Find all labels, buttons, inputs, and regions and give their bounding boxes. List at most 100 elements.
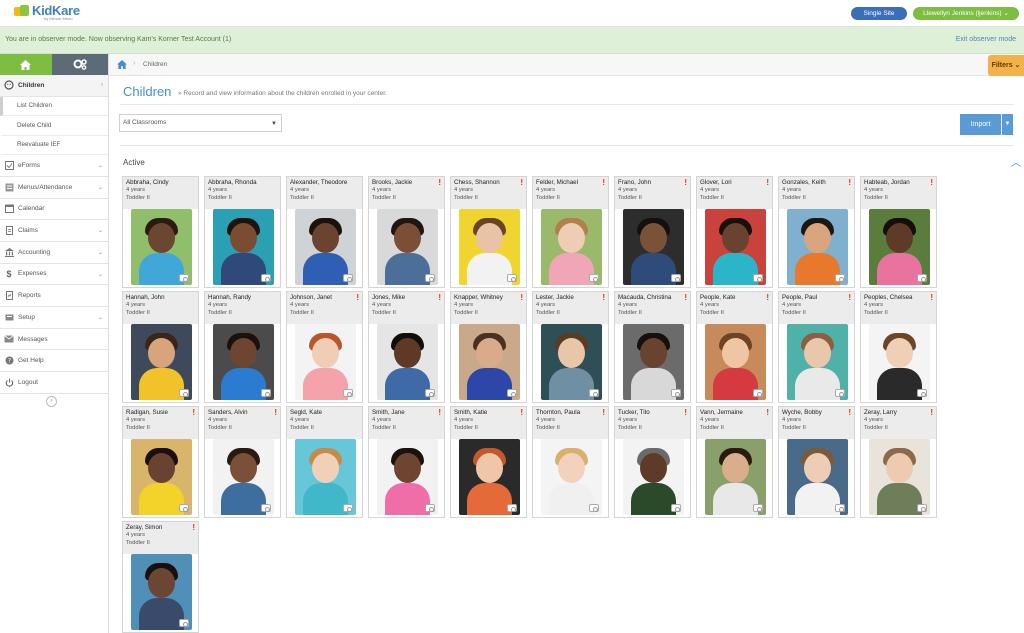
- child-name[interactable]: Felder, Michael: [536, 179, 602, 187]
- child-card[interactable]: Glover, Lori 4 years Toddler II!: [696, 176, 773, 288]
- child-card[interactable]: Habteab, Jordan 4 years Toddler II!: [860, 176, 937, 288]
- child-card[interactable]: Brooks, Jackie 4 years Toddler II!: [368, 176, 445, 288]
- sidebar-item-get-help[interactable]: ? Get Help: [0, 350, 108, 373]
- child-card[interactable]: Lester, Jackie 4 years Toddler II!: [532, 291, 609, 403]
- child-name[interactable]: Wyche, Bobby: [782, 409, 848, 417]
- child-name[interactable]: Smith, Jane: [372, 409, 438, 417]
- sidebar-item-eforms[interactable]: eForms ⌄: [0, 155, 108, 177]
- child-card[interactable]: Peoples, Chelsea 4 years Toddler II!: [860, 291, 937, 403]
- child-card[interactable]: Abbraha, Rhonda 4 years Toddler II: [204, 176, 281, 288]
- child-card[interactable]: Tucker, Tito 4 years Toddler II!: [614, 406, 691, 518]
- child-name[interactable]: Lester, Jackie: [536, 294, 602, 302]
- sidebar-item-reports[interactable]: Reports: [0, 285, 108, 307]
- camera-icon[interactable]: [671, 274, 681, 282]
- sidebar-subitem-list-children[interactable]: List Children: [0, 96, 108, 117]
- child-name[interactable]: Alexander, Theodore: [290, 179, 356, 187]
- camera-icon[interactable]: [753, 274, 763, 282]
- import-button[interactable]: Import: [960, 114, 1001, 135]
- sidebar-item-setup[interactable]: Setup ⌄: [0, 307, 108, 329]
- child-card[interactable]: Johnson, Janet 4 years Toddler II!: [286, 291, 363, 403]
- child-name[interactable]: Zeray, Simon: [126, 524, 192, 532]
- camera-icon[interactable]: [343, 389, 353, 397]
- collapse-section-chevron-up-icon[interactable]: ︿: [1011, 154, 1021, 169]
- sidebar-item-claims[interactable]: Claims ⌄: [0, 220, 108, 242]
- single-site-button[interactable]: Single Site: [851, 7, 907, 20]
- camera-icon[interactable]: [507, 389, 517, 397]
- camera-icon[interactable]: [589, 389, 599, 397]
- camera-icon[interactable]: [343, 504, 353, 512]
- child-card[interactable]: Zeray, Simon 4 years Toddler II!: [122, 521, 199, 633]
- child-card[interactable]: Radigan, Susie 4 years Toddler II!: [122, 406, 199, 518]
- child-name[interactable]: Knapper, Whitney: [454, 294, 520, 302]
- camera-icon[interactable]: [425, 274, 435, 282]
- child-name[interactable]: Sanders, Alvin: [208, 409, 274, 417]
- camera-icon[interactable]: [425, 504, 435, 512]
- camera-icon[interactable]: [917, 389, 927, 397]
- child-card[interactable]: Macauda, Christina 4 years Toddler II!: [614, 291, 691, 403]
- child-name[interactable]: Smith, Katie: [454, 409, 520, 417]
- camera-icon[interactable]: [917, 274, 927, 282]
- child-card[interactable]: Hannah, John 4 years Toddler II: [122, 291, 199, 403]
- exit-observer-link[interactable]: Exit observer mode: [956, 36, 1016, 43]
- sidebar-item-accounting[interactable]: Accounting ⌄: [0, 242, 108, 264]
- child-name[interactable]: Zeray, Larry: [864, 409, 930, 417]
- child-name[interactable]: Thornton, Paula: [536, 409, 602, 417]
- camera-icon[interactable]: [917, 504, 927, 512]
- camera-icon[interactable]: [425, 389, 435, 397]
- camera-icon[interactable]: [261, 389, 271, 397]
- child-card[interactable]: Thornton, Paula 4 years Toddler II!: [532, 406, 609, 518]
- camera-icon[interactable]: [671, 389, 681, 397]
- child-name[interactable]: Tucker, Tito: [618, 409, 684, 417]
- child-name[interactable]: Johnson, Janet: [290, 294, 356, 302]
- camera-icon[interactable]: [753, 504, 763, 512]
- child-card[interactable]: Jones, Mike 4 years Toddler II!: [368, 291, 445, 403]
- child-card[interactable]: People, Paul 4 years Toddler II!: [778, 291, 855, 403]
- camera-icon[interactable]: [753, 389, 763, 397]
- camera-icon[interactable]: [179, 619, 189, 627]
- child-name[interactable]: Macauda, Christina: [618, 294, 684, 302]
- camera-icon[interactable]: [507, 504, 517, 512]
- child-card[interactable]: Felder, Michael 4 years Toddler II!: [532, 176, 609, 288]
- camera-icon[interactable]: [343, 274, 353, 282]
- child-name[interactable]: Abbraha, Rhonda: [208, 179, 274, 187]
- camera-icon[interactable]: [179, 504, 189, 512]
- classroom-select[interactable]: All Classrooms ▼: [119, 114, 282, 132]
- child-name[interactable]: Jones, Mike: [372, 294, 438, 302]
- child-name[interactable]: Glover, Lori: [700, 179, 766, 187]
- child-name[interactable]: Frano, John: [618, 179, 684, 187]
- child-name[interactable]: Brooks, Jackie: [372, 179, 438, 187]
- camera-icon[interactable]: [179, 389, 189, 397]
- child-card[interactable]: Smith, Jane 4 years Toddler II!: [368, 406, 445, 518]
- child-card[interactable]: Segld, Kate 4 years Toddler II: [286, 406, 363, 518]
- breadcrumb-home-icon[interactable]: [117, 60, 127, 71]
- sidebar-item-messages[interactable]: Messages: [0, 329, 108, 351]
- child-name[interactable]: Abbraha, Cindy: [126, 179, 192, 187]
- camera-icon[interactable]: [671, 504, 681, 512]
- sidebar-item-expenses[interactable]: $ Expenses ⌄: [0, 264, 108, 286]
- child-card[interactable]: Zeray, Larry 4 years Toddler II!: [860, 406, 937, 518]
- child-name[interactable]: Segld, Kate: [290, 409, 356, 417]
- sidebar-item-children[interactable]: Children ›: [0, 75, 108, 97]
- sidebar-item-menus-attendance[interactable]: Menus/Attendance ⌄: [0, 177, 108, 199]
- child-card[interactable]: Alexander, Theodore 4 years Toddler II: [286, 176, 363, 288]
- child-name[interactable]: Vann, Jermaine: [700, 409, 766, 417]
- sidebar-item-logout[interactable]: Logout: [0, 372, 108, 394]
- child-card[interactable]: Abbraha, Cindy 4 years Toddler II: [122, 176, 199, 288]
- camera-icon[interactable]: [589, 504, 599, 512]
- child-name[interactable]: Chess, Shannon: [454, 179, 520, 187]
- child-name[interactable]: Hannah, John: [126, 294, 192, 302]
- child-name[interactable]: Gonzales, Keith: [782, 179, 848, 187]
- child-card[interactable]: People, Kate 4 years Toddler II!: [696, 291, 773, 403]
- child-name[interactable]: People, Kate: [700, 294, 766, 302]
- child-name[interactable]: Habteab, Jordan: [864, 179, 930, 187]
- child-card[interactable]: Frano, John 4 years Toddler II!: [614, 176, 691, 288]
- camera-icon[interactable]: [261, 504, 271, 512]
- home-tab[interactable]: [0, 54, 52, 75]
- child-card[interactable]: Sanders, Alvin 4 years Toddler II!: [204, 406, 281, 518]
- child-name[interactable]: Hannah, Randy: [208, 294, 274, 302]
- collapse-sidebar-button[interactable]: ‹: [46, 396, 57, 407]
- sidebar-subitem-delete-child[interactable]: Delete Child: [0, 116, 108, 136]
- camera-icon[interactable]: [589, 274, 599, 282]
- user-menu-button[interactable]: Llewellyn Jenkins (ljenkins) ⌄: [913, 7, 1019, 20]
- child-card[interactable]: Smith, Katie 4 years Toddler II!: [450, 406, 527, 518]
